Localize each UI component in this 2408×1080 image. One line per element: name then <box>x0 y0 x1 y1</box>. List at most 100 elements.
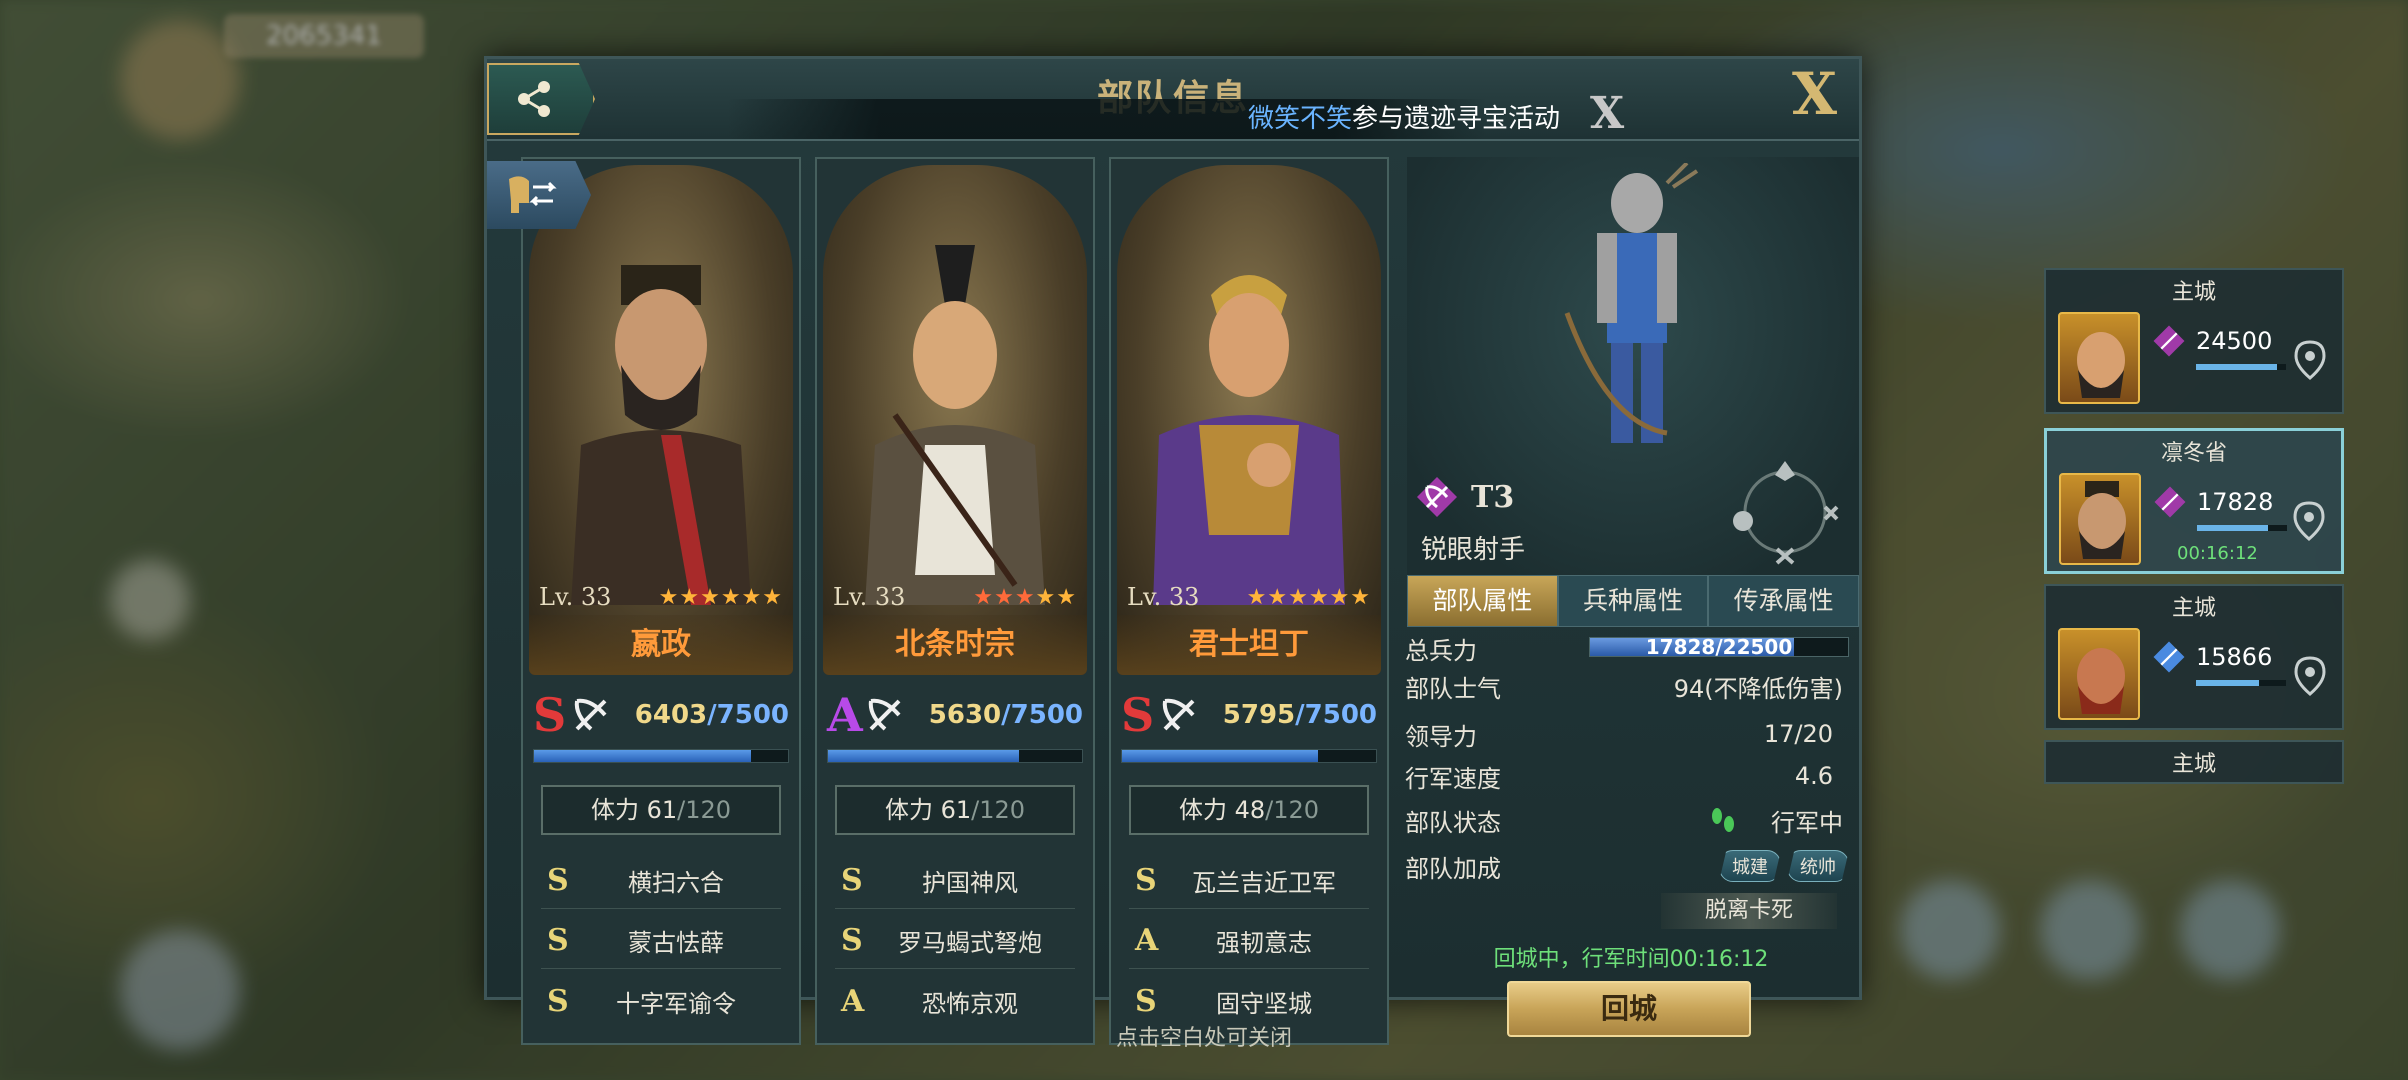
announcement-close-button[interactable]: X <box>1590 88 1624 139</box>
army-location: 凛冬省 <box>2160 441 2227 466</box>
skill-row[interactable]: A 强韧意志 <box>1129 913 1369 969</box>
close-button[interactable]: X <box>1792 65 1837 123</box>
army-entry[interactable]: 主城 <box>2044 740 2344 784</box>
commander-figure <box>865 245 1045 605</box>
star-rating: ★★★★★★ <box>1246 584 1371 610</box>
bonus-tags: 城建 统帅 <box>1713 850 1857 882</box>
commander-name: 君士坦丁 <box>1117 615 1381 675</box>
army-entry[interactable]: 主城 24500 <box>2044 268 2344 414</box>
power-max: /7500 <box>1001 700 1083 730</box>
stat-bonus: 部队加成 城建 统帅 <box>1405 845 1857 887</box>
commander-level: Lv. 33 <box>1127 583 1200 611</box>
footprints-icon <box>1712 808 1734 832</box>
army-count: 24500 <box>2152 324 2272 358</box>
announcement-text: 微笑不笑参与遗迹寻宝活动 <box>1248 98 1560 135</box>
skill-grade: A <box>841 983 865 1019</box>
skill-name: 固守坚城 <box>1216 989 1312 1018</box>
stat-march-speed: 行军速度 4.6 <box>1405 755 1857 797</box>
panel-titlebar: 部队信息 <box>487 59 1859 141</box>
unit-display: T3 锐眼射手 <box>1407 157 1859 577</box>
commander-card[interactable]: Lv. 33 ★★★★★★ 君士坦丁 S 5795/7500 体力 48/120… <box>1109 157 1389 1045</box>
skill-row[interactable]: S 瓦兰吉近卫军 <box>1129 853 1369 909</box>
army-entry[interactable]: 凛冬省 17828 00:16:12 <box>2044 428 2344 574</box>
skill-name: 恐怖京观 <box>922 989 1018 1018</box>
commander-portrait: Lv. 33 ★★★★★★ 君士坦丁 <box>1117 165 1381 675</box>
archer-type-icon <box>1162 698 1195 731</box>
archer-type-icon <box>574 698 607 731</box>
share-button[interactable] <box>487 63 595 135</box>
power-bar <box>1121 749 1377 763</box>
troops-bar: 17828/22500 <box>1589 635 1849 659</box>
close-hint: 点击空白处可关闭 <box>1115 1026 1292 1051</box>
army-troop-bar <box>2196 680 2286 686</box>
returning-status: 回城中，行军时间00:16:12 <box>1493 947 1769 972</box>
army-count-value: 15866 <box>2196 643 2273 671</box>
commander-figure <box>1153 275 1345 605</box>
commander-figure <box>571 265 751 605</box>
tab-troop-attributes[interactable]: 部队属性 <box>1407 575 1558 627</box>
archer-type-icon <box>1417 477 1457 517</box>
locate-pin-icon[interactable] <box>2291 501 2327 541</box>
skill-row[interactable]: S 蒙古怯薛 <box>541 913 781 969</box>
army-troop-bar <box>2196 364 2286 370</box>
skill-row[interactable]: S 罗马蝎式弩炮 <box>835 913 1075 969</box>
skill-row[interactable]: S 横扫六合 <box>541 853 781 909</box>
army-troop-bar-fill <box>2197 525 2269 531</box>
power-current: 6403 <box>634 700 708 730</box>
power-bar <box>827 749 1083 763</box>
stat-value: 17/20 <box>1763 720 1833 748</box>
skill-grade: S <box>547 923 569 958</box>
power-bar-fill <box>1122 750 1319 762</box>
skill-grade: S <box>1135 863 1157 898</box>
troop-info-panel: 部队信息 X Lv. 33 ★★★★★★ <box>484 56 1862 1045</box>
swap-helmet-icon <box>509 176 557 213</box>
commander-level: Lv. 33 <box>833 583 906 611</box>
stamina-max: /120 <box>677 796 732 824</box>
commander-power: 5630/7500 <box>929 700 1083 730</box>
star-rating: ★★★★★★ <box>658 584 783 610</box>
status-group: 行军中 <box>1705 802 1857 838</box>
skill-name: 护国神风 <box>922 869 1018 897</box>
commander-face-icon <box>2077 332 2125 398</box>
stamina-value: 体力 61 <box>884 796 972 824</box>
commander-card[interactable]: Lv. 33 ★★★★★ 北条时宗 A 5630/7500 体力 61/120 … <box>815 157 1095 1045</box>
commander-level: Lv. 33 <box>539 583 612 611</box>
stat-value: 行军中 <box>1771 808 1843 837</box>
stamina-max: /120 <box>1265 796 1320 824</box>
announcement-user[interactable]: 微笑不笑 <box>1248 104 1352 134</box>
stat-label: 领导力 <box>1405 722 1477 751</box>
army-location: 主城 <box>2171 752 2216 777</box>
unit-tier-label: T3 <box>1471 479 1515 515</box>
stamina-max: /120 <box>971 796 1026 824</box>
unstuck-button[interactable]: 脱离卡死 <box>1661 893 1837 929</box>
commander-face-icon <box>2078 481 2126 559</box>
tab-unit-attributes[interactable]: 兵种属性 <box>1557 575 1709 627</box>
army-count: 17828 <box>2153 485 2273 519</box>
commander-power: 6403/7500 <box>635 700 789 730</box>
army-troop-bar <box>2197 525 2287 531</box>
army-troop-bar-fill <box>2196 680 2259 686</box>
troops-value: 17828/22500 <box>1645 635 1793 659</box>
commander-name: 嬴政 <box>529 615 793 675</box>
locate-pin-icon[interactable] <box>2292 340 2328 380</box>
locate-pin-icon[interactable] <box>2292 656 2328 696</box>
stat-morale: 部队士气 94(不降低伤害) <box>1405 665 1857 707</box>
stat-value: 94(不降低伤害) <box>1673 674 1843 703</box>
swap-commander-button[interactable] <box>487 161 591 229</box>
tab-inheritance-attributes[interactable]: 传承属性 <box>1708 575 1860 627</box>
skill-name: 横扫六合 <box>628 869 724 897</box>
unit-tier: T3 <box>1415 475 1514 519</box>
announcement-message: 参与遗迹寻宝活动 <box>1352 104 1561 134</box>
bonus-tag[interactable]: 城建 <box>1719 850 1781 882</box>
commander-portrait: Lv. 33 ★★★★★★ 嬴政 <box>529 165 793 675</box>
power-current: 5630 <box>928 700 1002 730</box>
commander-face-icon <box>2077 648 2125 714</box>
army-entry[interactable]: 主城 15866 <box>2044 584 2344 730</box>
skill-name: 强韧意志 <box>1216 929 1312 957</box>
commander-card[interactable]: Lv. 33 ★★★★★★ 嬴政 S 6403/7500 体力 61/120 S… <box>521 157 801 1045</box>
commander-name: 北条时宗 <box>823 615 1087 675</box>
skill-row[interactable]: S 护国神风 <box>835 853 1075 909</box>
skill-name: 蒙古怯薛 <box>628 929 724 957</box>
bonus-tag[interactable]: 统帅 <box>1787 850 1849 882</box>
skill-grade: S <box>547 983 569 1019</box>
